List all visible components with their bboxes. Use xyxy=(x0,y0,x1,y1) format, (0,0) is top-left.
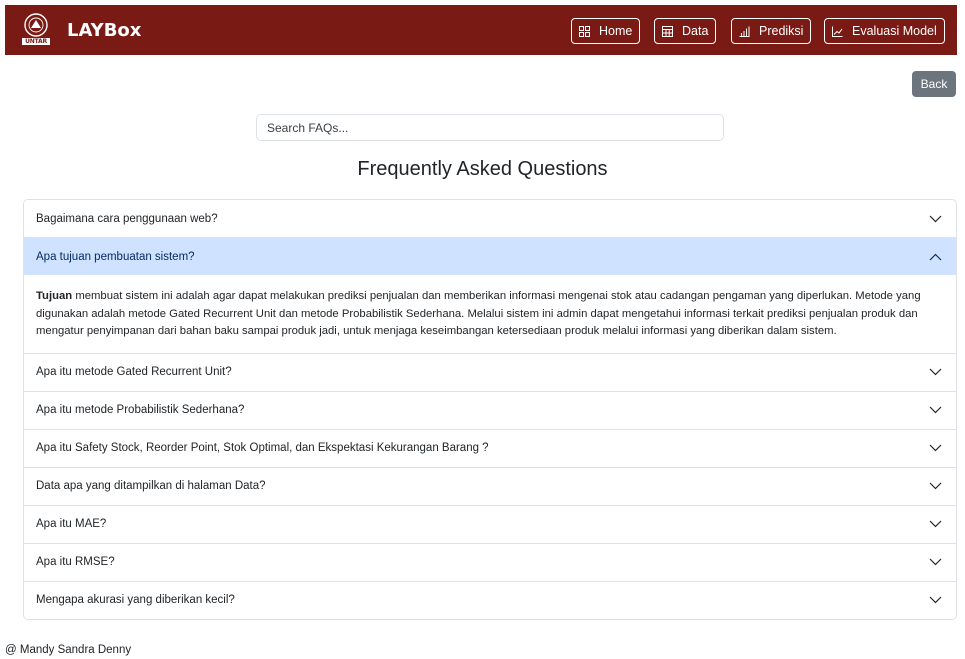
faq-question-text: Bagaimana cara penggunaan web? xyxy=(36,212,218,225)
faq-accordion: Bagaimana cara penggunaan web? Apa tujua… xyxy=(23,199,957,620)
chevron-down-icon xyxy=(929,444,942,452)
nav-prediksi-label: Prediksi xyxy=(759,24,804,38)
nav-home-label: Home xyxy=(599,24,633,38)
faq-item: Apa itu metode Probabilistik Sederhana? xyxy=(24,390,956,429)
line-chart-icon xyxy=(832,26,843,37)
nav-home-button[interactable]: Home xyxy=(571,18,641,44)
nav-evaluasi-model-button[interactable]: Evaluasi Model xyxy=(824,18,945,44)
chevron-down-icon xyxy=(929,368,942,376)
untar-logo[interactable]: UNTAR xyxy=(20,12,52,48)
faq-item: Apa itu metode Gated Recurrent Unit? xyxy=(24,352,956,391)
chevron-down-icon xyxy=(929,215,942,222)
chevron-down-icon xyxy=(929,558,942,566)
faq-item: Apa itu Safety Stock, Reorder Point, Sto… xyxy=(24,428,956,467)
search-input[interactable] xyxy=(256,114,724,141)
page-title: Frequently Asked Questions xyxy=(357,158,608,180)
back-button[interactable]: Back xyxy=(912,71,956,97)
faq-question-text: Apa itu Safety Stock, Reorder Point, Sto… xyxy=(36,442,489,454)
faq-question-header[interactable]: Apa itu metode Probabilistik Sederhana? xyxy=(24,392,956,429)
nav-data-button[interactable]: Data xyxy=(654,18,717,44)
faq-question-text: Mengapa akurasi yang diberikan kecil? xyxy=(36,594,235,606)
faq-question-header[interactable]: Bagaimana cara penggunaan web? xyxy=(24,200,956,237)
faq-item: Data apa yang ditampilkan di halaman Dat… xyxy=(24,466,956,505)
app-title[interactable]: LAYBox xyxy=(67,20,141,41)
faq-question-header[interactable]: Apa itu MAE? xyxy=(24,506,956,543)
nav-evaluasi-model-label: Evaluasi Model xyxy=(852,24,937,38)
faq-item: Mengapa akurasi yang diberikan kecil? xyxy=(24,580,956,619)
table-icon xyxy=(662,25,673,37)
chevron-down-icon xyxy=(929,596,942,604)
grid-icon xyxy=(579,25,590,37)
faq-question-header[interactable]: Apa itu RMSE? xyxy=(24,544,956,581)
faq-question-text: Apa itu metode Probabilistik Sederhana? xyxy=(36,404,245,416)
faq-answer: Tujuan membuat sistem ini adalah agar da… xyxy=(24,275,956,353)
logo-text: UNTAR xyxy=(25,38,47,45)
faq-question-header[interactable]: Apa tujuan pembuatan sistem? xyxy=(24,238,956,275)
faq-item: Apa itu MAE? xyxy=(24,504,956,543)
footer-credit: @ Mandy Sandra Denny xyxy=(5,644,132,656)
faq-item: Bagaimana cara penggunaan web? xyxy=(24,200,956,237)
chevron-up-icon xyxy=(929,253,942,260)
faq-question-text: Apa itu MAE? xyxy=(36,518,107,530)
navbar: UNTAR LAYBox Home Data Prediksi Evaluasi… xyxy=(5,5,957,55)
faq-question-text: Apa tujuan pembuatan sistem? xyxy=(36,250,195,263)
faq-question-text: Data apa yang ditampilkan di halaman Dat… xyxy=(36,480,266,492)
faq-question-header[interactable]: Apa itu metode Gated Recurrent Unit? xyxy=(24,354,956,391)
faq-answer-bold: Tujuan xyxy=(36,290,73,302)
faq-question-header[interactable]: Mengapa akurasi yang diberikan kecil? xyxy=(24,582,956,619)
chevron-down-icon xyxy=(929,482,942,490)
chevron-down-icon xyxy=(929,406,942,414)
chevron-down-icon xyxy=(929,520,942,528)
faq-question-header[interactable]: Apa itu Safety Stock, Reorder Point, Sto… xyxy=(24,430,956,467)
faq-question-text: Apa itu RMSE? xyxy=(36,556,115,568)
faq-item: Apa itu RMSE? xyxy=(24,542,956,581)
faq-answer-text: membuat sistem ini adalah agar dapat mel… xyxy=(36,290,921,337)
bar-chart-icon xyxy=(739,26,750,37)
nav-data-label: Data xyxy=(682,24,709,38)
nav-prediksi-button[interactable]: Prediksi xyxy=(731,18,812,44)
faq-item-expanded: Apa tujuan pembuatan sistem? Tujuan memb… xyxy=(24,237,956,353)
faq-question-text: Apa itu metode Gated Recurrent Unit? xyxy=(36,366,232,378)
faq-question-header[interactable]: Data apa yang ditampilkan di halaman Dat… xyxy=(24,468,956,505)
